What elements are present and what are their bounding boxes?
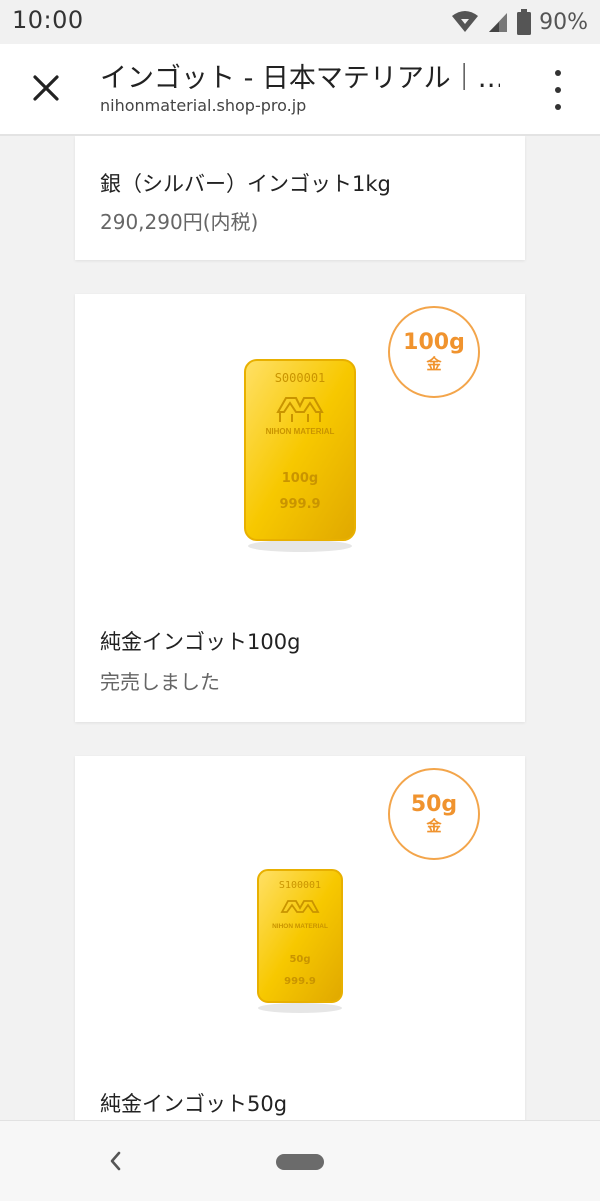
more-menu-button[interactable] <box>546 70 570 110</box>
product-price: 290,290円(内税) <box>100 210 259 234</box>
product-card-silver[interactable]: 銀（シルバー）インゴット1kg 290,290円(内税) <box>75 136 525 260</box>
page-title: インゴット - 日本マテリアル｜… <box>100 63 500 94</box>
bar-weight: 50g <box>289 954 310 965</box>
product-card-gold-50g[interactable]: 50g 金 S100001 NIHON MATERIAL 50g 999.9 純… <box>75 756 525 1120</box>
bar-brand: NIHON MATERIAL <box>272 923 328 930</box>
product-card-gold-100g[interactable]: 100g 金 S000001 NIHON MATERIAL 100g 999.9… <box>75 294 525 722</box>
back-icon[interactable] <box>104 1149 128 1173</box>
home-pill-icon[interactable] <box>276 1154 324 1170</box>
wifi-icon <box>452 11 479 32</box>
product-name[interactable]: 銀（シルバー）インゴット1kg <box>100 168 391 198</box>
status-time: 10:00 <box>12 6 84 34</box>
close-button[interactable] <box>26 68 66 108</box>
signal-icon <box>489 13 508 32</box>
bar-serial: S000001 <box>275 371 326 385</box>
bar-purity: 999.9 <box>284 976 316 987</box>
status-icons: 90% <box>451 8 588 36</box>
page-url[interactable]: nihonmaterial.shop-pro.jp <box>100 96 306 115</box>
bar-purity: 999.9 <box>279 497 320 512</box>
gold-bar-image[interactable]: S100001 NIHON MATERIAL 50g 999.9 <box>250 866 350 1016</box>
bar-weight: 100g <box>282 471 318 486</box>
bar-serial: S100001 <box>279 880 321 891</box>
more-vert-dot <box>555 104 561 110</box>
bar-brand: NIHON MATERIAL <box>266 427 335 436</box>
battery-icon <box>517 9 532 35</box>
badge-metal: 金 <box>426 817 442 835</box>
gold-bar-image[interactable]: S000001 NIHON MATERIAL 100g 999.9 <box>240 356 360 556</box>
badge-weight: 50g <box>410 792 458 817</box>
close-icon <box>33 75 59 101</box>
badge-weight: 100g <box>403 330 465 355</box>
more-vert-icon <box>555 70 561 76</box>
status-bar: 10:00 90% <box>0 0 600 44</box>
product-status: 完売しました <box>100 670 220 694</box>
navigation-bar <box>0 1120 600 1201</box>
browser-header: インゴット - 日本マテリアル｜… nihonmaterial.shop-pro… <box>0 44 600 136</box>
product-list[interactable]: 銀（シルバー）インゴット1kg 290,290円(内税) 100g 金 S000… <box>0 136 600 1120</box>
weight-badge: 50g 金 <box>388 768 480 860</box>
weight-badge: 100g 金 <box>388 306 480 398</box>
badge-metal: 金 <box>426 355 442 373</box>
more-vert-dot <box>555 87 561 93</box>
battery-percent: 90% <box>539 9 588 35</box>
product-name[interactable]: 純金インゴット50g <box>100 1088 287 1118</box>
product-name[interactable]: 純金インゴット100g <box>100 626 300 656</box>
